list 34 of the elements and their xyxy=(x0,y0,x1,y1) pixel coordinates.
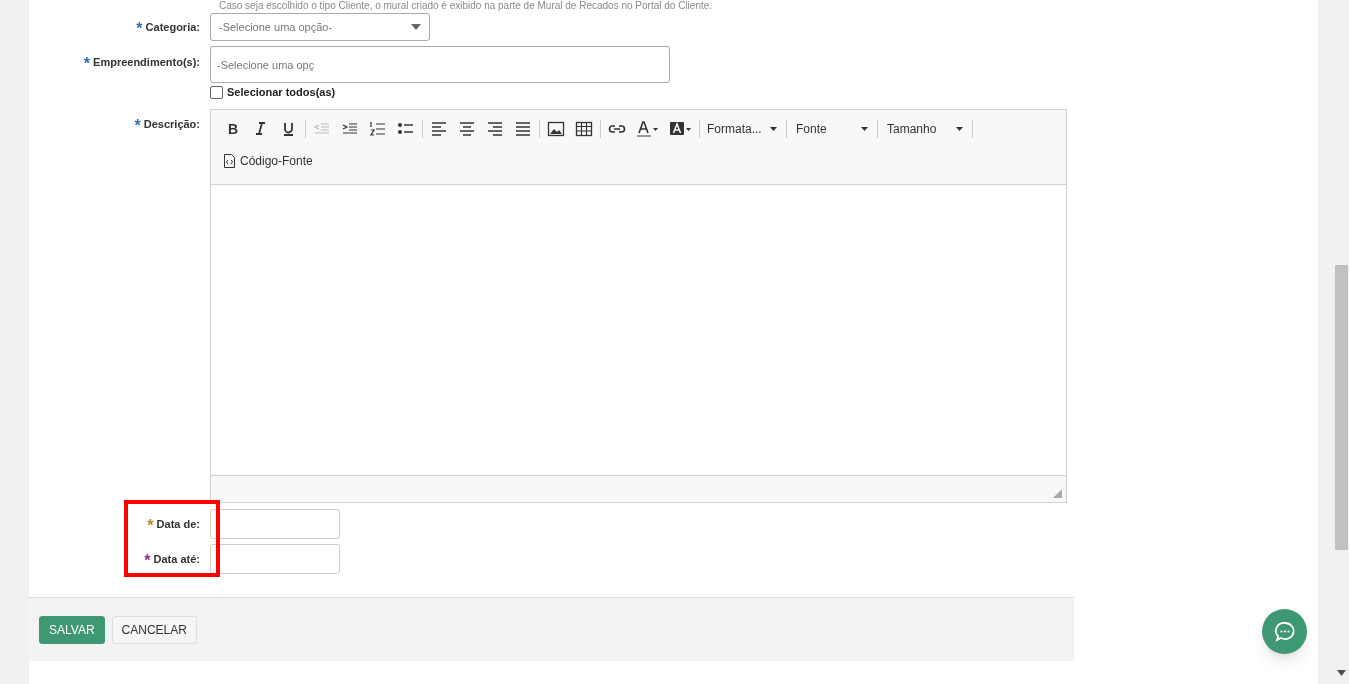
format-dropdown[interactable]: Fonte xyxy=(791,116,873,142)
align-center-icon xyxy=(458,120,476,138)
bold-button[interactable]: B xyxy=(219,116,247,142)
caret-icon xyxy=(956,127,963,131)
format-dropdown[interactable]: Formata... xyxy=(702,116,782,142)
scroll-down-icon[interactable] xyxy=(1337,670,1346,676)
chat-icon xyxy=(1273,620,1296,643)
save-button[interactable]: SALVAR xyxy=(39,615,105,644)
category-dropdown[interactable]: -Selecione uma opção- xyxy=(210,13,430,41)
caret-icon xyxy=(861,127,868,131)
justify-icon xyxy=(514,120,532,138)
source-code-button[interactable]: Código-Fonte xyxy=(219,148,318,174)
scrollbar[interactable] xyxy=(1318,0,1349,684)
date-field[interactable] xyxy=(210,509,340,539)
background-color-icon xyxy=(669,120,692,138)
date-field[interactable] xyxy=(210,544,340,574)
numbered-list-icon xyxy=(369,120,387,138)
caret-icon xyxy=(411,24,421,30)
help-text: Caso seja escolhido o tipo Cliente, o mural criado é exibido na parte de Mural de Recados no Portal do Cliente. xyxy=(219,0,713,11)
chat-button[interactable] xyxy=(1262,609,1307,654)
align-right-icon xyxy=(486,120,504,138)
table-icon xyxy=(575,120,593,138)
align-left-icon xyxy=(430,120,448,138)
caret-icon xyxy=(770,127,777,131)
cancel-button[interactable]: CANCELAR xyxy=(111,615,197,644)
checkbox-label[interactable]: Selecionar todos(as) xyxy=(227,83,336,101)
multiselect-field[interactable]: -Selecione uma opç xyxy=(210,46,670,83)
resize-handle-icon[interactable] xyxy=(1053,489,1062,498)
checkbox[interactable] xyxy=(210,85,223,99)
format-dropdown[interactable]: Tamanho xyxy=(882,116,968,142)
text-color-icon xyxy=(636,120,659,138)
scrollbar-thumb[interactable] xyxy=(1335,265,1348,550)
image-icon xyxy=(547,120,565,138)
document-code-icon xyxy=(224,154,235,168)
